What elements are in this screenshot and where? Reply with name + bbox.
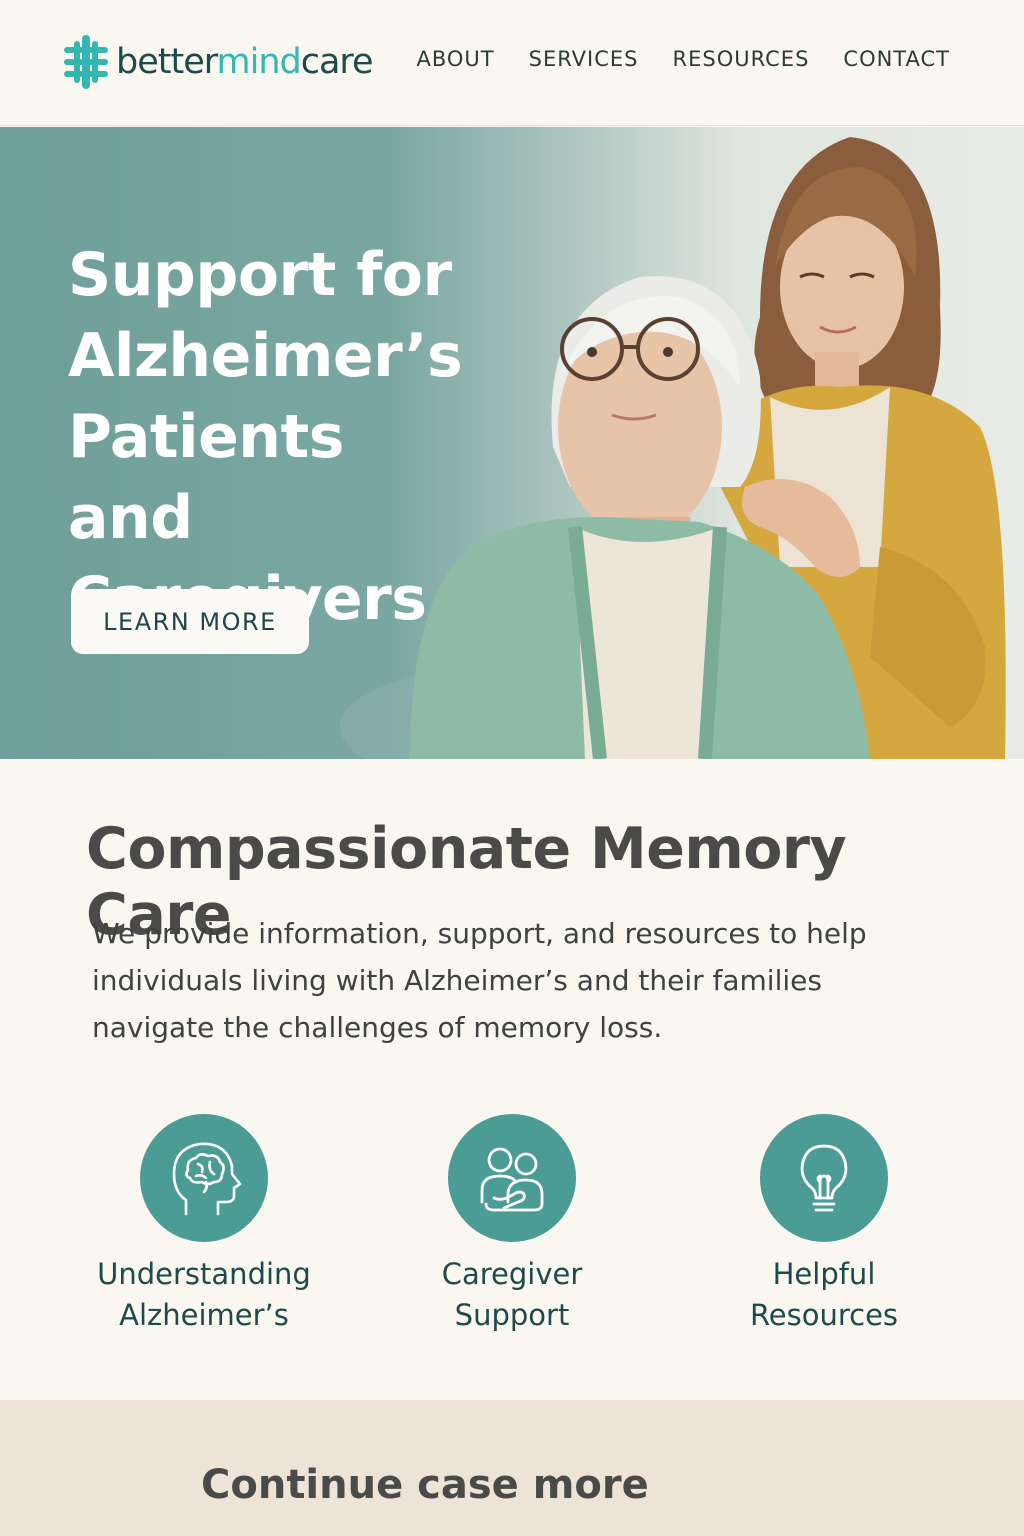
feature-icon-circle bbox=[448, 1114, 576, 1242]
hero-title-line: Support for bbox=[68, 240, 452, 310]
lightbulb-icon bbox=[800, 1144, 848, 1212]
hero-banner: Support for Alzheimer’s Patients and Car… bbox=[0, 127, 1024, 759]
nav-about[interactable]: ABOUT bbox=[416, 47, 494, 71]
feature-label-line: Support bbox=[454, 1298, 570, 1332]
feature-helpful-resources[interactable]: Helpful Resources bbox=[694, 1114, 954, 1336]
site-header: bettermindcare ABOUT SERVICES RESOURCES … bbox=[0, 0, 1024, 126]
feature-label: Helpful Resources bbox=[750, 1254, 898, 1336]
continue-section: Continue case more bbox=[0, 1400, 1024, 1536]
feature-label-line: Caregiver bbox=[441, 1257, 583, 1291]
hero-title-line: Patients and bbox=[68, 402, 344, 553]
hero-title: Support for Alzheimer’s Patients and Car… bbox=[68, 235, 488, 640]
nav-services[interactable]: SERVICES bbox=[529, 47, 639, 71]
brand-logo[interactable]: bettermindcare bbox=[62, 32, 374, 92]
hero-title-line: Alzheimer’s bbox=[68, 321, 463, 391]
section-description: We provide information, support, and res… bbox=[92, 917, 867, 1044]
feature-understanding-alzheimers[interactable]: Understanding Alzheimer’s bbox=[74, 1114, 334, 1336]
feature-icon-circle bbox=[140, 1114, 268, 1242]
brand-name-part1: better bbox=[116, 42, 218, 82]
people-support-icon bbox=[480, 1147, 544, 1212]
feature-label-line: Helpful bbox=[772, 1257, 876, 1291]
head-brain-icon bbox=[172, 1142, 242, 1216]
brand-name: bettermindcare bbox=[116, 42, 374, 82]
nav-contact[interactable]: CONTACT bbox=[843, 47, 950, 71]
learn-more-button[interactable]: LEARN MORE bbox=[71, 589, 309, 654]
feature-label: Caregiver Support bbox=[442, 1254, 583, 1336]
feature-icon-circle bbox=[760, 1114, 888, 1242]
feature-label-line: Understanding bbox=[97, 1257, 311, 1291]
nav-resources[interactable]: RESOURCES bbox=[673, 47, 810, 71]
feature-label-line: Resources bbox=[749, 1298, 899, 1332]
main-nav: ABOUT SERVICES RESOURCES CONTACT bbox=[416, 47, 950, 71]
brand-name-part2: mind bbox=[216, 42, 302, 82]
continue-heading: Continue case more bbox=[201, 1462, 649, 1508]
feature-caregiver-support[interactable]: Caregiver Support bbox=[382, 1114, 642, 1336]
feature-label-line: Alzheimer’s bbox=[119, 1298, 289, 1332]
cross-plus-logo-icon bbox=[64, 35, 108, 89]
feature-label: Understanding Alzheimer’s bbox=[97, 1254, 311, 1336]
brand-name-part3: care bbox=[300, 42, 374, 82]
